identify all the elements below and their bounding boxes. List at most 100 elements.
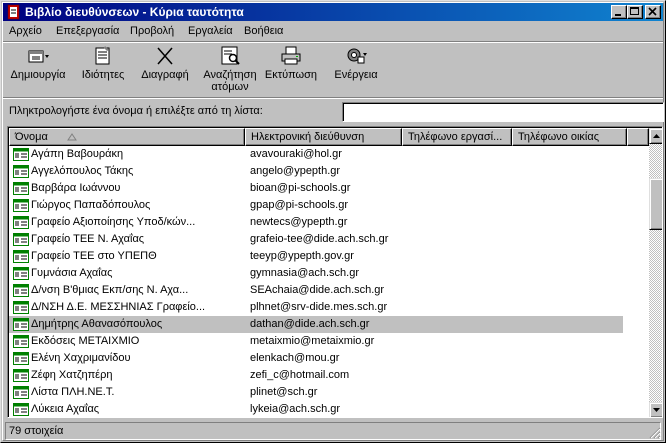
table-row[interactable]: Γραφείο ΤΕΕ Ν. Αχαΐας grafeio-tee@dide.ac… bbox=[9, 231, 623, 248]
find-people-label-1: Αναζήτηση bbox=[203, 69, 257, 81]
table-row[interactable]: Δ/ΝΣΗ Δ.Ε. ΜΕΣΣΗΝΙΑΣ Γραφείο... plhnet@sr… bbox=[9, 299, 623, 316]
contact-email: angelo@ypepth.gr bbox=[250, 165, 341, 177]
contact-email: teeyp@ypepth.gov.gr bbox=[250, 250, 354, 262]
column-header-email[interactable]: Ηλεκτρονική διεύθυνση bbox=[245, 128, 402, 146]
menu-tools[interactable]: Εργαλεία bbox=[188, 25, 233, 37]
contact-email: metaixmio@metaixmio.gr bbox=[250, 335, 375, 347]
delete-button[interactable]: Διαγραφή bbox=[137, 45, 193, 93]
close-icon bbox=[648, 7, 657, 16]
status-bar: 79 στοιχεία bbox=[5, 422, 661, 440]
properties-button[interactable]: Ιδιότητες bbox=[75, 45, 131, 93]
table-row[interactable]: Ελένη Χαχριμανίδου elenkach@mou.gr bbox=[9, 350, 623, 367]
resize-grip-icon[interactable] bbox=[649, 427, 661, 439]
contact-rows: Αγάπη Βαβουράκη avavouraki@hol.gr Αγγελόπο… bbox=[9, 146, 649, 417]
contact-email: dathan@dide.ach.sch.gr bbox=[250, 318, 370, 330]
address-book-icon bbox=[7, 4, 20, 20]
scroll-down-button[interactable] bbox=[649, 402, 662, 417]
find-people-button[interactable]: Αναζήτηση ατόμων bbox=[199, 45, 261, 93]
menu-view[interactable]: Προβολή bbox=[130, 25, 174, 37]
contact-name: Γραφείο Αξιοποίησης Υποδ/κών... bbox=[31, 216, 196, 228]
contact-name: Ζέφη Χατζηπέρη bbox=[31, 369, 113, 381]
table-row[interactable]: Αγγελόπουλος Τάκης angelo@ypepth.gr bbox=[9, 163, 623, 180]
table-row[interactable]: Λίστα ΠΛΗ.ΝΕ.Τ. plinet@sch.gr bbox=[9, 384, 623, 401]
arrow-up-icon bbox=[653, 134, 660, 138]
find-people-icon bbox=[221, 46, 240, 65]
table-row[interactable]: Γυμνάσια Αχαΐας gymnasia@ach.sch.gr bbox=[9, 265, 623, 282]
properties-label: Ιδιότητες bbox=[81, 69, 125, 81]
contact-card-icon bbox=[13, 369, 29, 382]
contact-card-icon bbox=[13, 386, 29, 399]
menu-edit[interactable]: Επεξεργασία bbox=[56, 25, 119, 37]
table-row[interactable]: Γιώργος Παπαδόπουλος gpap@pi-schools.gr bbox=[9, 197, 623, 214]
column-header-work-phone[interactable]: Τηλέφωνο εργασί... bbox=[402, 128, 512, 146]
contact-email: SEAchaia@dide.ach.sch.gr bbox=[250, 284, 385, 296]
table-row[interactable]: Βαρβάρα Ιωάννου bioan@pi-schools.gr bbox=[9, 180, 623, 197]
search-input[interactable] bbox=[342, 102, 664, 122]
contact-card-icon bbox=[13, 335, 29, 348]
contact-card-icon bbox=[13, 148, 29, 161]
contact-name: Γραφείο ΤΕΕ στο ΥΠΕΠΘ bbox=[31, 250, 157, 262]
print-button[interactable]: Εκτύπωση bbox=[263, 45, 319, 93]
menu-help[interactable]: Βοήθεια bbox=[244, 25, 283, 37]
new-contact-icon bbox=[28, 50, 49, 63]
contact-card-icon bbox=[13, 250, 29, 263]
contact-email: avavouraki@hol.gr bbox=[250, 148, 342, 160]
table-row[interactable]: Ζέφη Χατζηπέρη zefi_c@hotmail.com bbox=[9, 367, 623, 384]
table-row[interactable]: Γραφείο ΤΕΕ στο ΥΠΕΠΘ teeyp@ypepth.gov.gr bbox=[9, 248, 623, 265]
action-label: Ενέργεια bbox=[334, 69, 378, 81]
contact-card-icon bbox=[13, 301, 29, 314]
minimize-button[interactable] bbox=[611, 5, 627, 19]
table-row[interactable]: Λύκεια Αχαΐας lykeia@ach.sch.gr bbox=[9, 401, 623, 417]
contact-name: Λύκεια Αχαΐας bbox=[31, 403, 100, 415]
column-header-home-phone-label: Τηλέφωνο οικίας bbox=[518, 131, 599, 143]
contact-name: Αγάπη Βαβουράκη bbox=[31, 148, 124, 160]
list-header: Όνομα Ηλεκτρονική διεύθυνση Τηλέφωνο εργ… bbox=[9, 128, 649, 146]
column-header-filler bbox=[627, 128, 649, 146]
contact-email: newtecs@ypepth.gr bbox=[250, 216, 348, 228]
contact-email: bioan@pi-schools.gr bbox=[250, 182, 351, 194]
menu-bar: Αρχείο Επεξεργασία Προβολή Εργαλεία Βοήθ… bbox=[3, 22, 663, 41]
scroll-up-button[interactable] bbox=[649, 128, 662, 144]
close-button[interactable] bbox=[645, 5, 661, 19]
title-bar[interactable]: Βιβλίο διευθύνσεων - Κύρια ταυτότητα bbox=[3, 3, 663, 21]
toolbar-separator bbox=[3, 97, 663, 99]
maximize-button[interactable] bbox=[627, 5, 643, 19]
contact-name: Δημήτρης Αθανασόπουλος bbox=[31, 318, 163, 330]
contact-card-icon bbox=[13, 318, 29, 331]
contacts-list-inner: Όνομα Ηλεκτρονική διεύθυνση Τηλέφωνο εργ… bbox=[8, 127, 662, 417]
menu-file[interactable]: Αρχείο bbox=[9, 25, 42, 37]
contact-email: zefi_c@hotmail.com bbox=[250, 369, 350, 381]
sort-ascending-icon bbox=[67, 133, 77, 141]
column-header-home-phone[interactable]: Τηλέφωνο οικίας bbox=[512, 128, 627, 146]
contact-card-icon bbox=[13, 352, 29, 365]
column-header-name[interactable]: Όνομα bbox=[9, 128, 245, 146]
scroll-thumb[interactable] bbox=[649, 178, 662, 230]
address-book-window: Βιβλίο διευθύνσεων - Κύρια ταυτότητα Αρχ… bbox=[0, 0, 666, 443]
find-people-label-2: ατόμων bbox=[211, 81, 249, 93]
printer-icon bbox=[281, 46, 301, 65]
minimize-icon bbox=[615, 14, 621, 16]
table-row[interactable]: Δ/νση Β'θμιας Εκπ/σης Ν. Αχα... SEAchaia@… bbox=[9, 282, 623, 299]
contact-name: Εκδόσεις ΜΕΤΑΙΧΜΙΟ bbox=[31, 335, 140, 347]
new-button[interactable]: Δημιουργία bbox=[7, 45, 69, 93]
properties-icon bbox=[95, 46, 110, 65]
vertical-scrollbar[interactable] bbox=[649, 128, 662, 417]
contact-name: Αγγελόπουλος Τάκης bbox=[31, 165, 134, 177]
contact-name: Γιώργος Παπαδόπουλος bbox=[31, 199, 151, 211]
contacts-list[interactable]: Όνομα Ηλεκτρονική διεύθυνση Τηλέφωνο εργ… bbox=[7, 126, 663, 418]
table-row[interactable]: Αγάπη Βαβουράκη avavouraki@hol.gr bbox=[9, 146, 623, 163]
contact-email: plhnet@srv-dide.mes.sch.gr bbox=[250, 301, 388, 313]
delete-icon bbox=[157, 47, 173, 65]
action-icon bbox=[347, 48, 367, 64]
contact-name: Ελένη Χαχριμανίδου bbox=[31, 352, 131, 364]
column-header-work-phone-label: Τηλέφωνο εργασί... bbox=[408, 131, 503, 143]
delete-label: Διαγραφή bbox=[141, 69, 189, 81]
action-button[interactable]: Ενέργεια bbox=[325, 45, 387, 93]
contact-name: Γραφείο ΤΕΕ Ν. Αχαΐας bbox=[31, 233, 145, 245]
table-row[interactable]: Εκδόσεις ΜΕΤΑΙΧΜΙΟ metaixmio@metaixmio.gr bbox=[9, 333, 623, 350]
contact-name: Δ/νση Β'θμιας Εκπ/σης Ν. Αχα... bbox=[31, 284, 189, 296]
table-row[interactable]: Δημήτρης Αθανασόπουλος dathan@dide.ach.sc… bbox=[9, 316, 623, 333]
table-row[interactable]: Γραφείο Αξιοποίησης Υποδ/κών... newtecs@y… bbox=[9, 214, 623, 231]
column-header-email-label: Ηλεκτρονική διεύθυνση bbox=[251, 131, 365, 143]
contact-card-icon bbox=[13, 216, 29, 229]
